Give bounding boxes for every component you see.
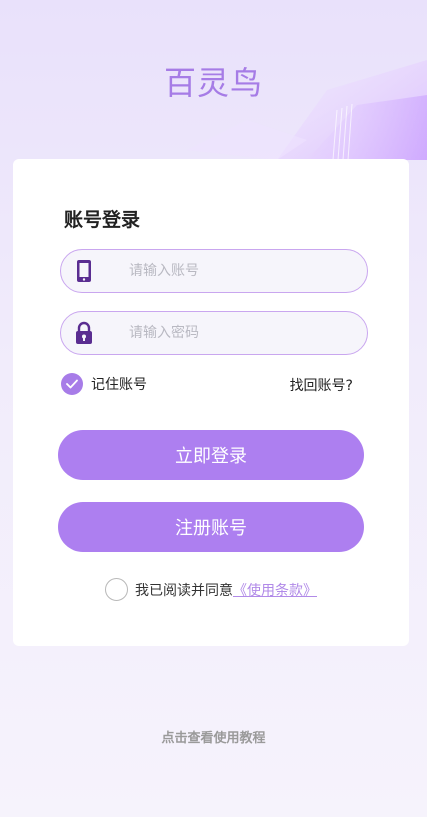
- find-account-link[interactable]: 找回账号?: [290, 375, 353, 395]
- register-button[interactable]: 注册账号: [58, 502, 364, 552]
- terms-agreement: 我已阅读并同意 《使用条款》: [105, 578, 317, 601]
- account-field[interactable]: [60, 249, 368, 293]
- agree-text: 我已阅读并同意: [135, 582, 233, 599]
- remember-account-label[interactable]: 记住账号: [91, 374, 147, 394]
- account-input[interactable]: [129, 250, 349, 292]
- login-heading: 账号登录: [64, 209, 141, 231]
- agree-radio[interactable]: [105, 578, 128, 601]
- password-input[interactable]: [129, 312, 349, 354]
- login-card: 账号登录 记住账号 找回账号?: [13, 159, 409, 646]
- password-field[interactable]: [60, 311, 368, 355]
- check-icon[interactable]: [61, 373, 83, 395]
- remember-account-checkbox[interactable]: 记住账号: [61, 373, 147, 395]
- phone-icon: [73, 259, 95, 283]
- terms-link[interactable]: 《使用条款》: [233, 580, 317, 600]
- login-button[interactable]: 立即登录: [58, 430, 364, 480]
- lock-icon: [73, 321, 95, 345]
- tutorial-link[interactable]: 点击查看使用教程: [0, 727, 427, 746]
- app-title: 百灵鸟: [163, 64, 263, 102]
